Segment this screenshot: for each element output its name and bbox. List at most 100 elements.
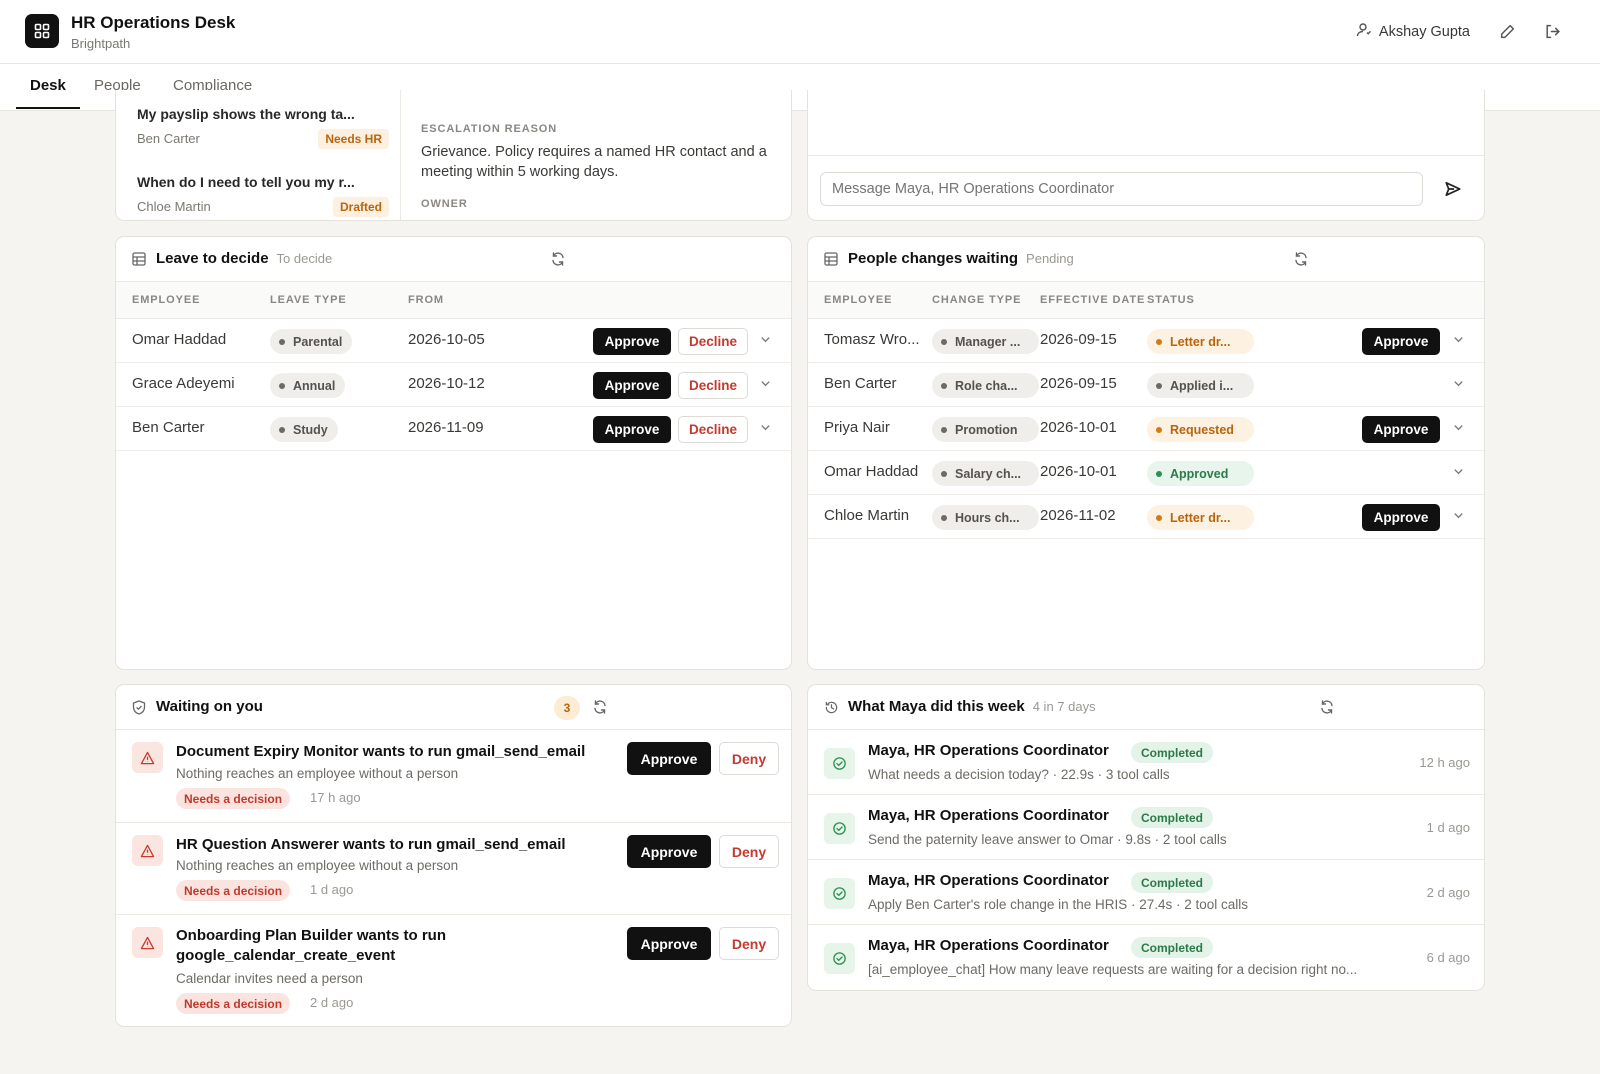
logout-icon[interactable] — [1542, 21, 1562, 41]
activity-description: [ai_employee_chat] How many leave reques… — [868, 962, 1358, 977]
chat-panel — [807, 90, 1485, 221]
ticket-detail: ESCALATION REASON Grievance. Policy requ… — [401, 90, 791, 220]
completed-badge: Completed — [1131, 807, 1214, 828]
activity-item[interactable]: Maya, HR Operations Coordinator Complete… — [808, 860, 1484, 925]
warning-icon — [132, 927, 163, 958]
chevron-down-icon[interactable] — [1452, 465, 1466, 479]
employee-name: Ben Carter — [132, 419, 205, 436]
employee-name: Omar Haddad — [824, 463, 919, 480]
employee-name: Grace Adeyemi — [132, 375, 235, 392]
tab-desk[interactable]: Desk — [16, 77, 80, 109]
deny-button[interactable]: Deny — [719, 927, 779, 960]
changes-card-header: People changes waiting Pending — [808, 237, 1484, 282]
activity-agent-name: Maya, HR Operations Coordinator — [868, 807, 1109, 824]
approve-button[interactable]: Approve — [627, 742, 711, 775]
needs-decision-badge: Needs a decision — [176, 880, 291, 901]
table-icon — [132, 252, 148, 268]
decline-button[interactable]: Decline — [678, 416, 748, 443]
activity-agent-name: Maya, HR Operations Coordinator — [868, 872, 1109, 889]
column-header: EFFECTIVE DATE — [1040, 294, 1146, 306]
chevron-down-icon[interactable] — [759, 377, 773, 391]
approve-button[interactable]: Approve — [1362, 504, 1440, 531]
refresh-icon[interactable] — [592, 699, 609, 716]
user-name: Akshay Gupta — [1378, 24, 1470, 40]
approval-age: 2 d ago — [310, 995, 354, 1010]
employee-name: Ben Carter — [824, 375, 897, 392]
decline-button[interactable]: Decline — [678, 372, 748, 399]
table-row: Tomasz Wro... Manager ... 2026-09-15 Let… — [808, 319, 1484, 363]
changes-card-subtitle: Pending — [1026, 251, 1074, 266]
approve-button[interactable]: Approve — [593, 328, 671, 355]
approval-description: Nothing reaches an employee without a pe… — [176, 858, 459, 873]
status-badge: Letter dr... — [1147, 329, 1254, 354]
activity-agent-name: Maya, HR Operations Coordinator — [868, 937, 1109, 954]
pencil-icon[interactable] — [1497, 21, 1517, 41]
column-header: EMPLOYEE — [824, 294, 893, 306]
table-row: Ben Carter Role cha... 2026-09-15 Applie… — [808, 363, 1484, 407]
column-header: STATUS — [1147, 294, 1195, 306]
table-row: Omar Haddad Salary ch... 2026-10-01 Appr… — [808, 451, 1484, 495]
chevron-down-icon[interactable] — [759, 421, 773, 435]
refresh-icon[interactable] — [1293, 251, 1310, 268]
check-circle-icon — [824, 813, 855, 844]
waiting-card: Waiting on you 3 Document Expiry Monitor… — [115, 684, 792, 1027]
effective-date: 2026-09-15 — [1040, 375, 1117, 392]
deny-button[interactable]: Deny — [719, 742, 779, 775]
chevron-down-icon[interactable] — [1452, 509, 1466, 523]
approve-button[interactable]: Approve — [627, 927, 711, 960]
effective-date: 2026-11-02 — [1040, 507, 1116, 524]
approval-request: HR Question Answerer wants to run gmail_… — [116, 823, 791, 915]
ticket-item[interactable]: When do I need to tell you my r... Chloe… — [116, 158, 401, 220]
activity-item[interactable]: Maya, HR Operations Coordinator Complete… — [808, 730, 1484, 795]
table-row: Chloe Martin Hours ch... 2026-11-02 Lett… — [808, 495, 1484, 539]
chevron-down-icon[interactable] — [1452, 421, 1466, 435]
leave-from-date: 2026-11-09 — [408, 419, 484, 436]
ticket-item[interactable]: My payslip shows the wrong ta... Ben Car… — [116, 90, 401, 153]
check-circle-icon — [824, 748, 855, 779]
status-badge: Requested — [1147, 417, 1254, 442]
ticket-employee: Ben Carter — [137, 131, 200, 146]
needs-decision-badge: Needs a decision — [176, 788, 291, 809]
leave-type-badge: Parental — [270, 329, 353, 354]
approval-title: Document Expiry Monitor wants to run gma… — [176, 743, 586, 760]
changes-table-header: EMPLOYEE CHANGE TYPE EFFECTIVE DATE STAT… — [808, 282, 1484, 319]
chat-message-input[interactable] — [820, 172, 1423, 206]
leave-card-subtitle: To decide — [276, 251, 333, 266]
approve-button[interactable]: Approve — [1362, 328, 1440, 355]
leave-card: Leave to decide To decide EMPLOYEE LEAVE … — [115, 236, 792, 670]
app-header: HR Operations Desk Brightpath Akshay Gup… — [0, 0, 1600, 64]
activity-card-header: What Maya did this week 4 in 7 days — [808, 685, 1484, 730]
activity-item[interactable]: Maya, HR Operations Coordinator Complete… — [808, 925, 1484, 990]
history-icon — [824, 700, 840, 716]
leave-type-badge: Annual — [270, 373, 346, 398]
app-title: HR Operations Desk — [71, 13, 236, 32]
activity-card: What Maya did this week 4 in 7 days Maya,… — [807, 684, 1485, 991]
employee-name: Omar Haddad — [132, 331, 227, 348]
approve-button[interactable]: Approve — [1362, 416, 1440, 443]
approval-age: 1 d ago — [310, 882, 354, 897]
approve-button[interactable]: Approve — [593, 416, 671, 443]
waiting-count-badge: 3 — [554, 696, 580, 720]
chevron-down-icon[interactable] — [1452, 333, 1466, 347]
user-menu[interactable]: Akshay Gupta — [1356, 22, 1470, 42]
refresh-icon[interactable] — [550, 251, 567, 268]
change-type-badge: Manager ... — [932, 329, 1039, 354]
completed-badge: Completed — [1131, 872, 1214, 893]
leave-card-header: Leave to decide To decide — [116, 237, 791, 282]
change-type-badge: Role cha... — [932, 373, 1039, 398]
chevron-down-icon[interactable] — [1452, 377, 1466, 391]
grid-icon[interactable] — [25, 14, 59, 48]
activity-description: Apply Ben Carter's role change in the HR… — [868, 897, 1249, 912]
approve-button[interactable]: Approve — [627, 835, 711, 868]
warning-icon — [132, 835, 163, 866]
ticket-list: My payslip shows the wrong ta... Ben Car… — [116, 90, 401, 220]
decline-button[interactable]: Decline — [678, 328, 748, 355]
refresh-icon[interactable] — [1319, 699, 1336, 716]
employee-name: Chloe Martin — [824, 507, 910, 524]
activity-item[interactable]: Maya, HR Operations Coordinator Complete… — [808, 795, 1484, 860]
deny-button[interactable]: Deny — [719, 835, 779, 868]
approve-button[interactable]: Approve — [593, 372, 671, 399]
send-icon[interactable] — [1442, 178, 1464, 200]
chevron-down-icon[interactable] — [759, 333, 773, 347]
activity-age: 2 d ago — [1426, 885, 1470, 900]
